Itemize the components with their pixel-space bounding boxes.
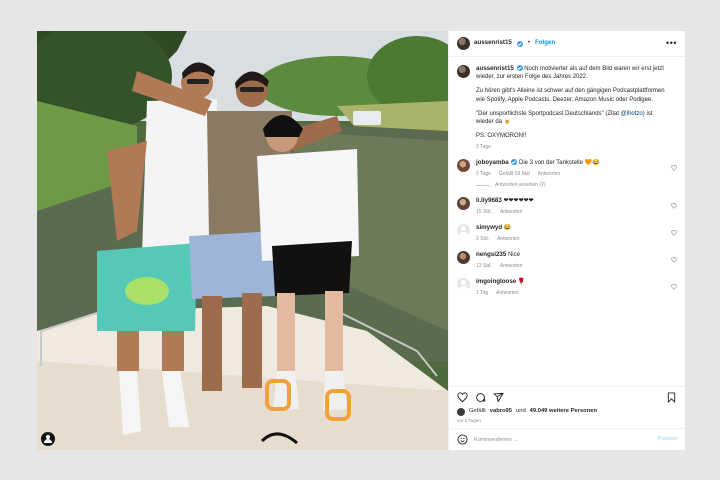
comment-age: 13 Std. xyxy=(476,263,492,270)
comment-age: 2 Tage xyxy=(476,171,491,178)
comment-body: imgoingloose 🌹 1 Tag Antworten xyxy=(476,278,677,297)
reply-button[interactable]: Antworten xyxy=(500,263,523,270)
comment-text: Die 3 von der Tankstelle 🧡😂 xyxy=(519,159,600,166)
comment-age: 2 Std. xyxy=(476,236,490,242)
separator-dot: • xyxy=(527,40,530,47)
caption-username[interactable]: aussenrist15 xyxy=(476,65,514,72)
reply-button[interactable]: Antworten xyxy=(496,290,519,297)
view-replies-button[interactable]: Antworten ansehen (2) xyxy=(476,182,667,189)
likes-user[interactable]: vabro95 xyxy=(490,408,512,416)
post-comment-button[interactable]: Posten xyxy=(658,436,677,444)
comment-row: li.lly9683 ❤❤❤❤❤❤ 15 Std. Antworten xyxy=(457,196,677,216)
action-bar xyxy=(449,385,685,408)
comment-meta: 13 Std. Antworten xyxy=(476,263,667,270)
comment-body: joboyamba Die 3 von der Tankstelle 🧡😂 2 T… xyxy=(476,159,677,189)
likes-count[interactable]: 49.049 weitere Personen xyxy=(530,408,597,416)
caption: aussenrist15 Noch motivierter als auf de… xyxy=(457,65,677,151)
comment-heart-icon[interactable] xyxy=(671,164,677,171)
comment-body: li.lly9683 ❤❤❤❤❤❤ 15 Std. Antworten xyxy=(476,197,677,216)
more-options-icon[interactable]: ••• xyxy=(666,39,677,48)
comment-meta: 15 Std. Antworten xyxy=(476,209,667,216)
comment-heart-icon[interactable] xyxy=(671,284,677,290)
likes-summary[interactable]: Gefällt vabro95 und 49.049 weitere Perso… xyxy=(449,407,685,416)
photo-illustration xyxy=(37,31,448,450)
save-icon[interactable] xyxy=(666,392,677,403)
verified-icon xyxy=(516,65,523,72)
comment-row: simywyd 😂 2 Std. Antworten xyxy=(457,223,677,243)
avatar[interactable] xyxy=(457,158,470,172)
comment-line: simywyd 😂 xyxy=(476,224,667,232)
heart-icon[interactable] xyxy=(457,392,468,403)
caption-age: 2 Tage xyxy=(476,143,491,150)
comment-age: 1 Tag xyxy=(476,290,489,297)
avatar xyxy=(457,407,465,416)
comment-text: 😂 xyxy=(503,224,512,231)
avatar[interactable] xyxy=(457,250,470,264)
add-comment-bar: Posten xyxy=(449,428,685,450)
reply-button[interactable]: Antworten xyxy=(497,236,520,243)
comment-row: nengsi235 Nice 13 Std. Antworten xyxy=(457,250,677,270)
comment-line: li.lly9683 ❤❤❤❤❤❤ xyxy=(476,197,667,205)
comment-text: 🌹 xyxy=(517,278,526,285)
comments-list[interactable]: aussenrist15 Noch motivierter als auf de… xyxy=(449,57,685,386)
verified-icon xyxy=(511,159,518,166)
avatar[interactable] xyxy=(457,37,470,50)
post-date: vor 2 Tagen xyxy=(457,417,481,423)
post-photo[interactable] xyxy=(37,31,448,450)
avatar[interactable] xyxy=(457,196,470,210)
comment-meta: 2 Std. Antworten xyxy=(476,236,667,243)
comment-age: 15 Std. xyxy=(476,208,492,215)
comment-username[interactable]: joboyamba xyxy=(476,159,509,166)
comment-heart-icon[interactable] xyxy=(671,229,677,236)
comment-likes[interactable]: Gefällt 59 Mal xyxy=(499,171,530,178)
avatar[interactable] xyxy=(457,277,470,291)
caption-body: aussenrist15 Noch motivierter als auf de… xyxy=(476,65,677,151)
comment-body: simywyd 😂 2 Std. Antworten xyxy=(476,224,677,243)
verified-icon xyxy=(516,40,523,47)
share-icon[interactable] xyxy=(493,392,504,403)
comment-line: imgoingloose 🌹 xyxy=(476,278,667,286)
caption-text-3a: "Der unsportlichste Sportpodcast Deutsch… xyxy=(476,110,621,117)
post-header: aussenrist15 • Folgen ••• xyxy=(449,31,685,57)
comment-icon[interactable] xyxy=(475,392,486,403)
caption-text-2: Zu hören gibt's Alleine ist schwer auf d… xyxy=(476,88,665,103)
avatar[interactable] xyxy=(457,223,470,237)
comment-meta: 1 Tag Antworten xyxy=(476,290,667,297)
comment-line: nengsi235 Nice xyxy=(476,251,667,259)
comment-username[interactable]: imgoingloose xyxy=(476,278,516,285)
comment-text: ❤❤❤❤❤❤ xyxy=(503,197,534,204)
comment-row: imgoingloose 🌹 1 Tag Antworten xyxy=(457,277,677,297)
comment-username[interactable]: nengsi235 xyxy=(476,251,506,258)
post-card: aussenrist15 • Folgen ••• aussenrist15 N… xyxy=(37,31,685,450)
comment-meta: 2 Tage Gefällt 59 Mal Antworten xyxy=(476,171,667,178)
likes-middle: und xyxy=(516,407,526,414)
user-tag-icon[interactable] xyxy=(41,432,55,446)
comment-text: Nice xyxy=(507,251,520,258)
likes-prefix: Gefällt xyxy=(469,407,486,414)
caption-mention[interactable]: @lhotzo xyxy=(621,111,643,117)
caption-line-1: aussenrist15 Noch motivierter als auf de… xyxy=(476,65,667,81)
caption-text-4: PS. OXYMORON!! xyxy=(476,132,527,139)
comment-line: joboyamba Die 3 von der Tankstelle 🧡😂 xyxy=(476,159,667,167)
follow-button[interactable]: Folgen xyxy=(535,39,555,47)
comment-row: joboyamba Die 3 von der Tankstelle 🧡😂 2 T… xyxy=(457,158,677,189)
caption-meta: 2 Tage xyxy=(476,144,667,151)
caption-line-3: "Der unsportlichste Sportpodcast Deutsch… xyxy=(476,110,667,126)
comment-body: nengsi235 Nice 13 Std. Antworten xyxy=(476,251,677,270)
author-username[interactable]: aussenrist15 xyxy=(474,39,512,47)
emoji-icon[interactable] xyxy=(457,434,468,445)
comment-username[interactable]: li.lly9683 xyxy=(476,197,502,204)
post-sidebar: aussenrist15 • Folgen ••• aussenrist15 N… xyxy=(448,31,685,450)
comment-heart-icon[interactable] xyxy=(671,256,677,263)
comment-heart-icon[interactable] xyxy=(671,202,677,209)
reply-button[interactable]: Antworten xyxy=(538,171,561,178)
reply-button[interactable]: Antworten xyxy=(500,209,523,216)
avatar[interactable] xyxy=(457,65,470,78)
comment-username[interactable]: simywyd xyxy=(476,224,502,231)
comment-input[interactable] xyxy=(474,436,652,443)
